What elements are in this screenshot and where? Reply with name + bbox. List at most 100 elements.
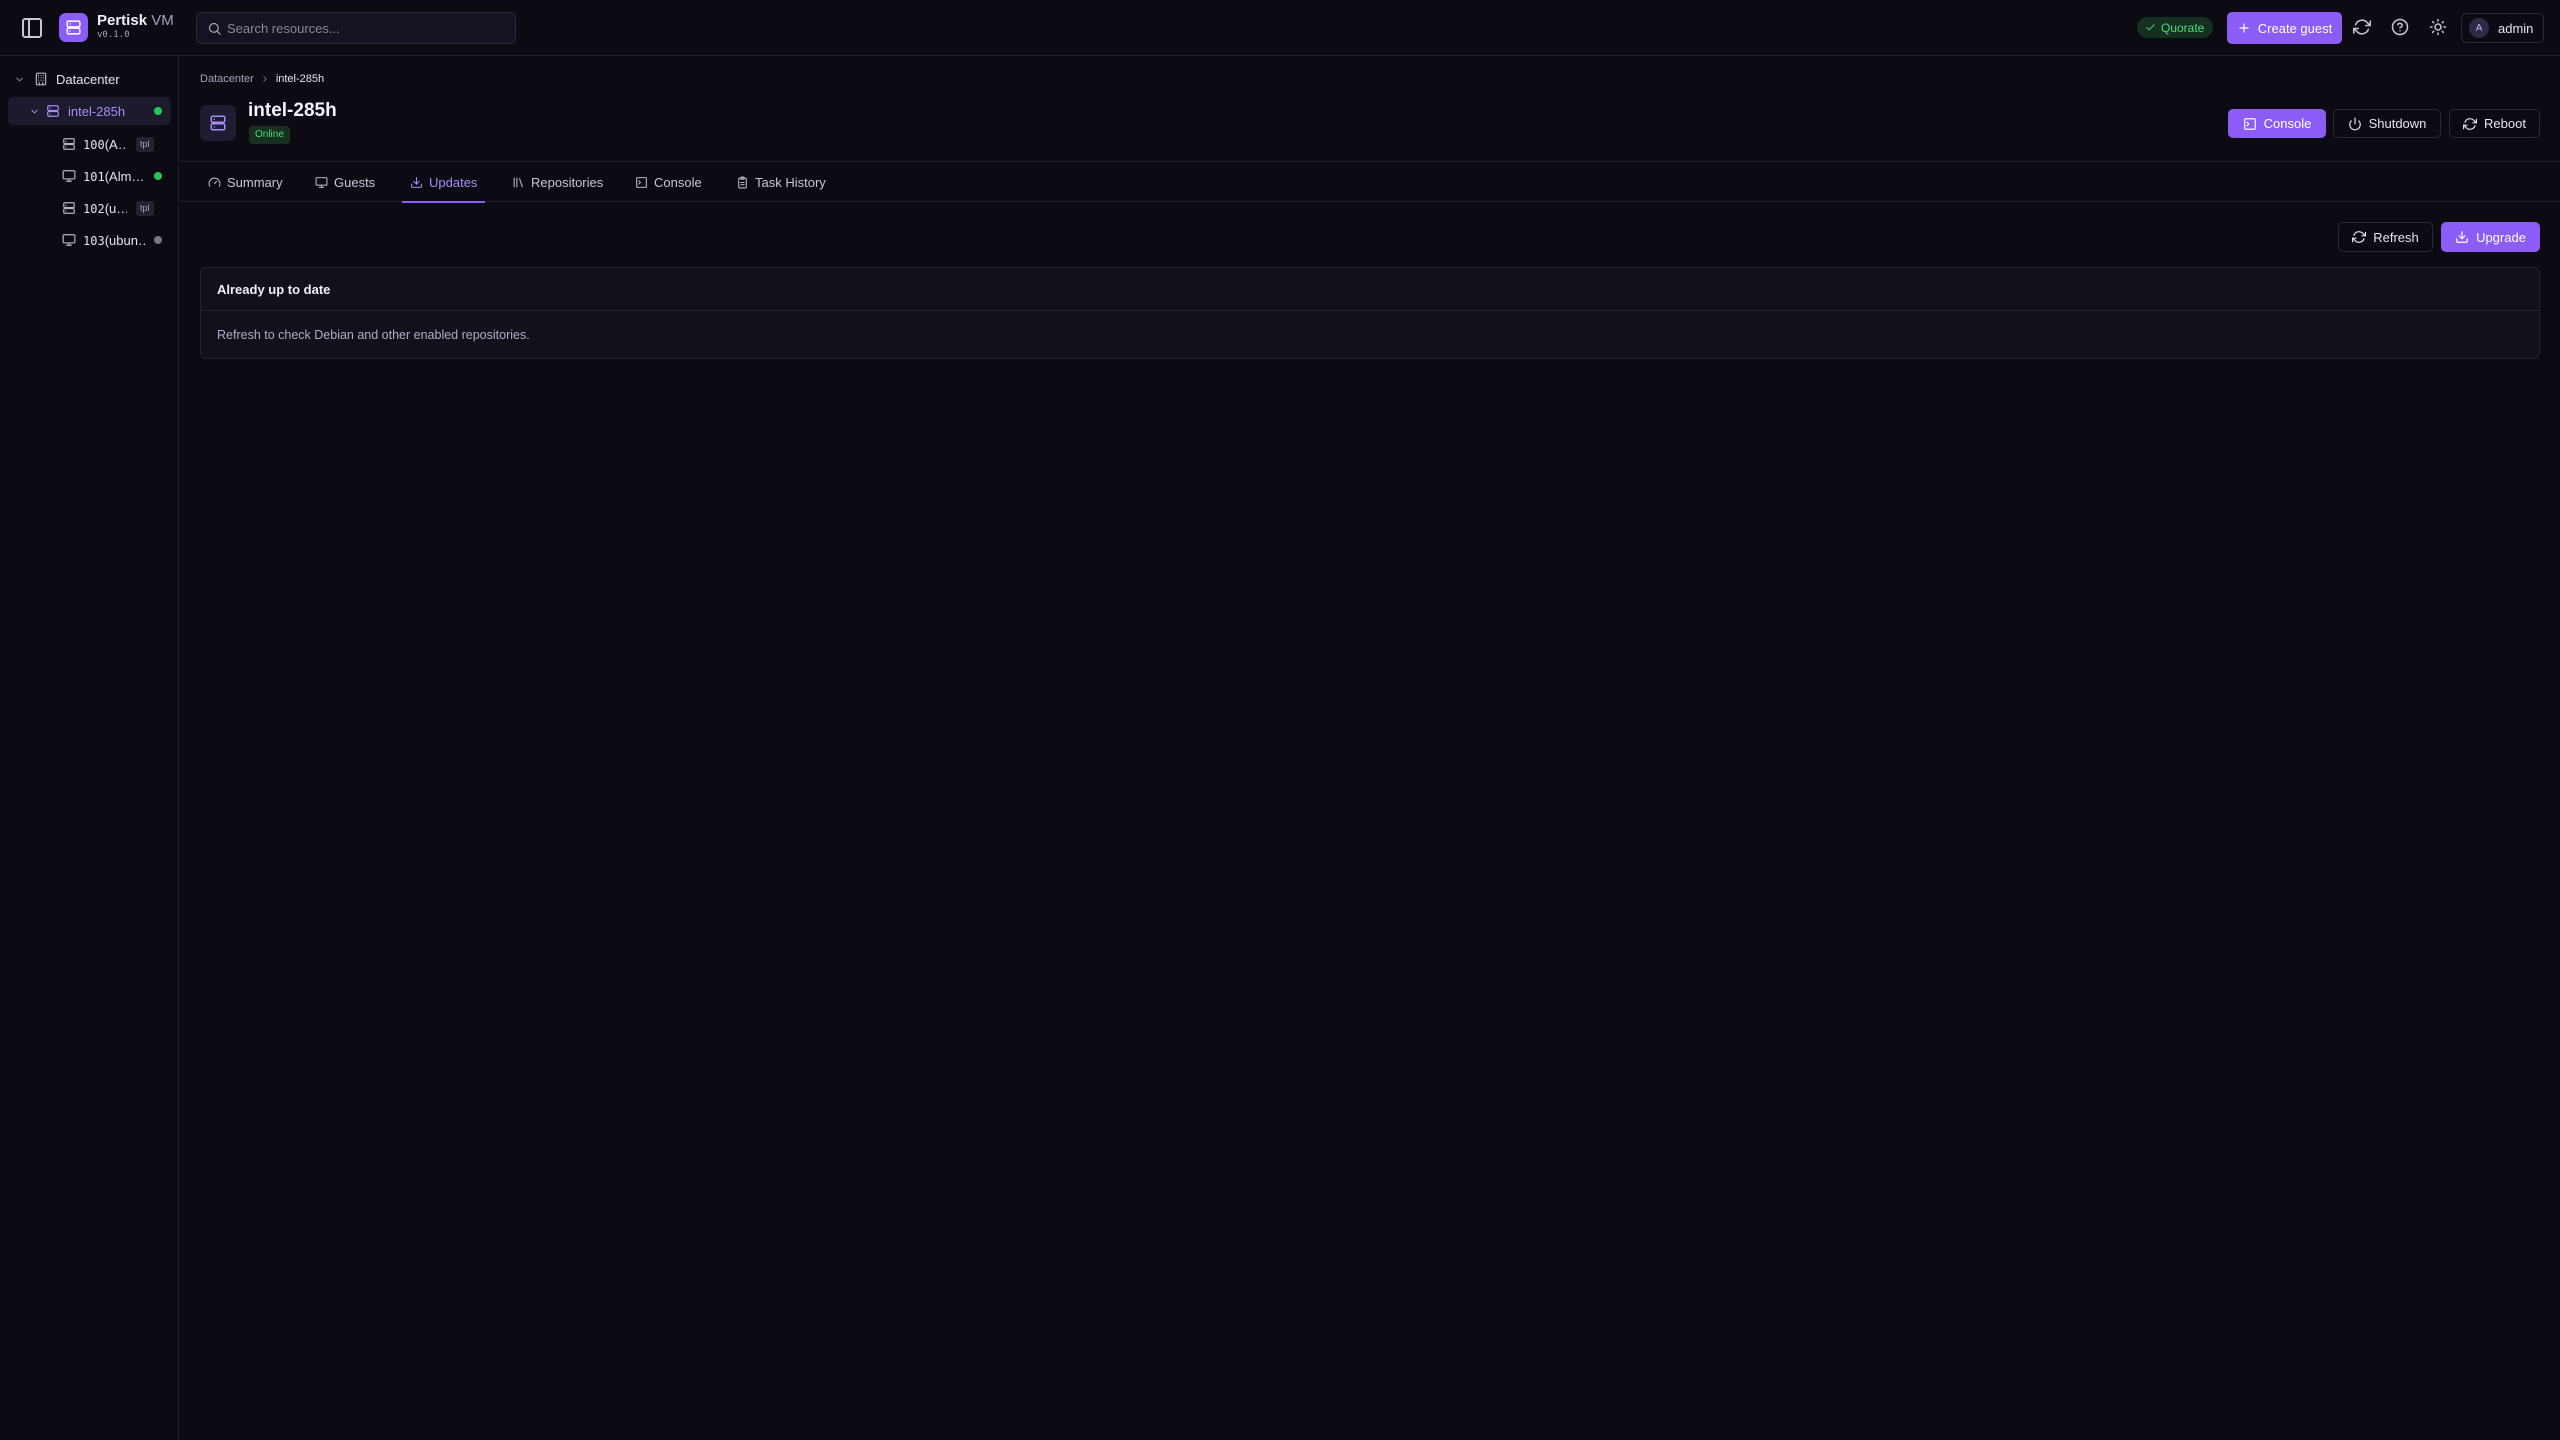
gauge-icon xyxy=(208,176,221,189)
app-name-main: Pertisk xyxy=(97,12,148,29)
guest-name: (ubun… xyxy=(104,232,147,248)
tab-console[interactable]: Console xyxy=(627,162,710,202)
check-icon xyxy=(2145,22,2156,33)
guest-label: 101(Alm… xyxy=(83,169,147,184)
update-status-card: Already up to date Refresh to check Debi… xyxy=(200,267,2540,359)
tab-summary[interactable]: Summary xyxy=(200,162,291,202)
console-label: Console xyxy=(2263,116,2312,131)
terminal-icon xyxy=(635,176,648,189)
guest-label: 102(u… xyxy=(83,201,127,216)
node-icon xyxy=(200,105,236,141)
rotate-icon xyxy=(2463,117,2478,131)
status-dot-running xyxy=(154,172,162,180)
app-version: v0.1.0 xyxy=(97,30,130,40)
guest-name: (u… xyxy=(104,200,127,216)
refresh-icon[interactable] xyxy=(2353,18,2371,36)
template-icon xyxy=(62,201,76,215)
tab-label: Console xyxy=(654,174,702,190)
app-name-suffix: VM xyxy=(151,12,174,29)
tab-label: Task History xyxy=(755,174,826,190)
reboot-button[interactable]: Reboot xyxy=(2449,109,2540,138)
monitor-icon xyxy=(62,169,76,183)
guest-vmid: 103 xyxy=(83,233,105,248)
template-badge: tpl xyxy=(136,136,154,152)
status-badge: Online xyxy=(249,126,290,144)
quorate-label: Quorate xyxy=(2161,20,2205,35)
refresh-button[interactable]: Refresh xyxy=(2338,222,2433,252)
building-icon xyxy=(34,72,48,86)
top-bar: Pertisk VM v0.1.0 Quorate Create guest A… xyxy=(0,0,2560,56)
user-menu-button[interactable]: A admin xyxy=(2461,13,2544,43)
tab-guests[interactable]: Guests xyxy=(307,162,383,202)
sidebar-item-guest[interactable]: 100(A… tpl xyxy=(62,130,171,158)
tab-repositories[interactable]: Repositories xyxy=(504,162,611,202)
server-icon xyxy=(209,114,227,132)
refresh-icon xyxy=(2352,230,2367,244)
reboot-label: Reboot xyxy=(2484,116,2526,131)
tab-label: Guests xyxy=(334,174,376,190)
breadcrumb-current: intel-285h xyxy=(275,73,325,85)
template-icon xyxy=(62,137,76,151)
status-dot-online xyxy=(154,107,162,115)
search-box xyxy=(196,12,516,44)
update-status-message: Refresh to check Debian and other enable… xyxy=(217,327,530,342)
sidebar-item-guest[interactable]: 103(ubun… xyxy=(62,226,171,254)
guest-vmid: 100 xyxy=(83,137,105,152)
shutdown-label: Shutdown xyxy=(2368,116,2427,131)
guest-name: (A… xyxy=(104,136,127,152)
sun-icon[interactable] xyxy=(2429,18,2447,36)
clipboard-icon xyxy=(736,176,749,189)
breadcrumb: Datacenter intel-285h xyxy=(200,73,324,85)
sidebar-toggle-icon[interactable] xyxy=(20,16,44,40)
upgrade-label: Upgrade xyxy=(2476,229,2526,245)
monitor-icon xyxy=(315,176,328,189)
chevron-down-icon[interactable] xyxy=(29,106,40,117)
sidebar-item-label: Datacenter xyxy=(56,71,120,87)
monitor-icon xyxy=(62,233,76,247)
power-icon xyxy=(2348,117,2362,131)
breadcrumb-root[interactable]: Datacenter xyxy=(200,73,254,85)
user-name: admin xyxy=(2498,20,2534,36)
server-icon xyxy=(46,104,60,118)
plus-icon xyxy=(2237,21,2251,35)
chevron-down-icon[interactable] xyxy=(14,74,25,85)
sidebar-item-guest[interactable]: 102(u… tpl xyxy=(62,194,171,222)
sidebar-item-datacenter[interactable]: Datacenter xyxy=(14,65,174,93)
page-title: intel-285h xyxy=(248,100,337,121)
guest-label: 103(ubun… xyxy=(83,233,147,248)
library-icon xyxy=(512,176,525,189)
search-input[interactable] xyxy=(227,13,507,43)
search-icon xyxy=(207,21,222,36)
sidebar-item-guest[interactable]: 101(Alm… xyxy=(62,162,171,190)
guest-label: 100(A… xyxy=(83,137,127,152)
app-name: Pertisk VM xyxy=(97,12,174,29)
tab-bar: Summary Guests Updates Repositories Cons… xyxy=(180,161,2560,203)
tab-label: Updates xyxy=(429,174,478,190)
quorate-badge: Quorate xyxy=(2137,17,2214,38)
upgrade-button[interactable]: Upgrade xyxy=(2441,222,2540,252)
tab-task-history[interactable]: Task History xyxy=(728,162,834,202)
app-logo[interactable] xyxy=(59,13,88,42)
server-icon xyxy=(65,19,82,36)
update-status-title: Already up to date xyxy=(201,268,2539,311)
create-guest-button[interactable]: Create guest xyxy=(2227,12,2342,44)
tab-updates[interactable]: Updates xyxy=(402,162,486,203)
refresh-label: Refresh xyxy=(2373,229,2419,245)
tab-label: Repositories xyxy=(531,174,604,190)
create-guest-label: Create guest xyxy=(2257,20,2333,36)
tab-label: Summary xyxy=(227,174,283,190)
shutdown-button[interactable]: Shutdown xyxy=(2333,109,2441,138)
help-icon[interactable] xyxy=(2391,18,2409,36)
console-button[interactable]: Console xyxy=(2228,109,2326,138)
avatar: A xyxy=(2469,18,2489,38)
sidebar xyxy=(0,56,179,1440)
guest-vmid: 101 xyxy=(83,169,105,184)
terminal-icon xyxy=(2243,117,2257,131)
guest-vmid: 102 xyxy=(83,201,105,216)
sidebar-item-node[interactable]: intel-285h xyxy=(8,97,171,125)
chevron-right-icon xyxy=(260,74,270,84)
status-dot-stopped xyxy=(154,236,162,244)
download-icon xyxy=(2455,230,2469,244)
download-icon xyxy=(410,176,423,189)
guest-name: (Alm… xyxy=(104,168,145,184)
